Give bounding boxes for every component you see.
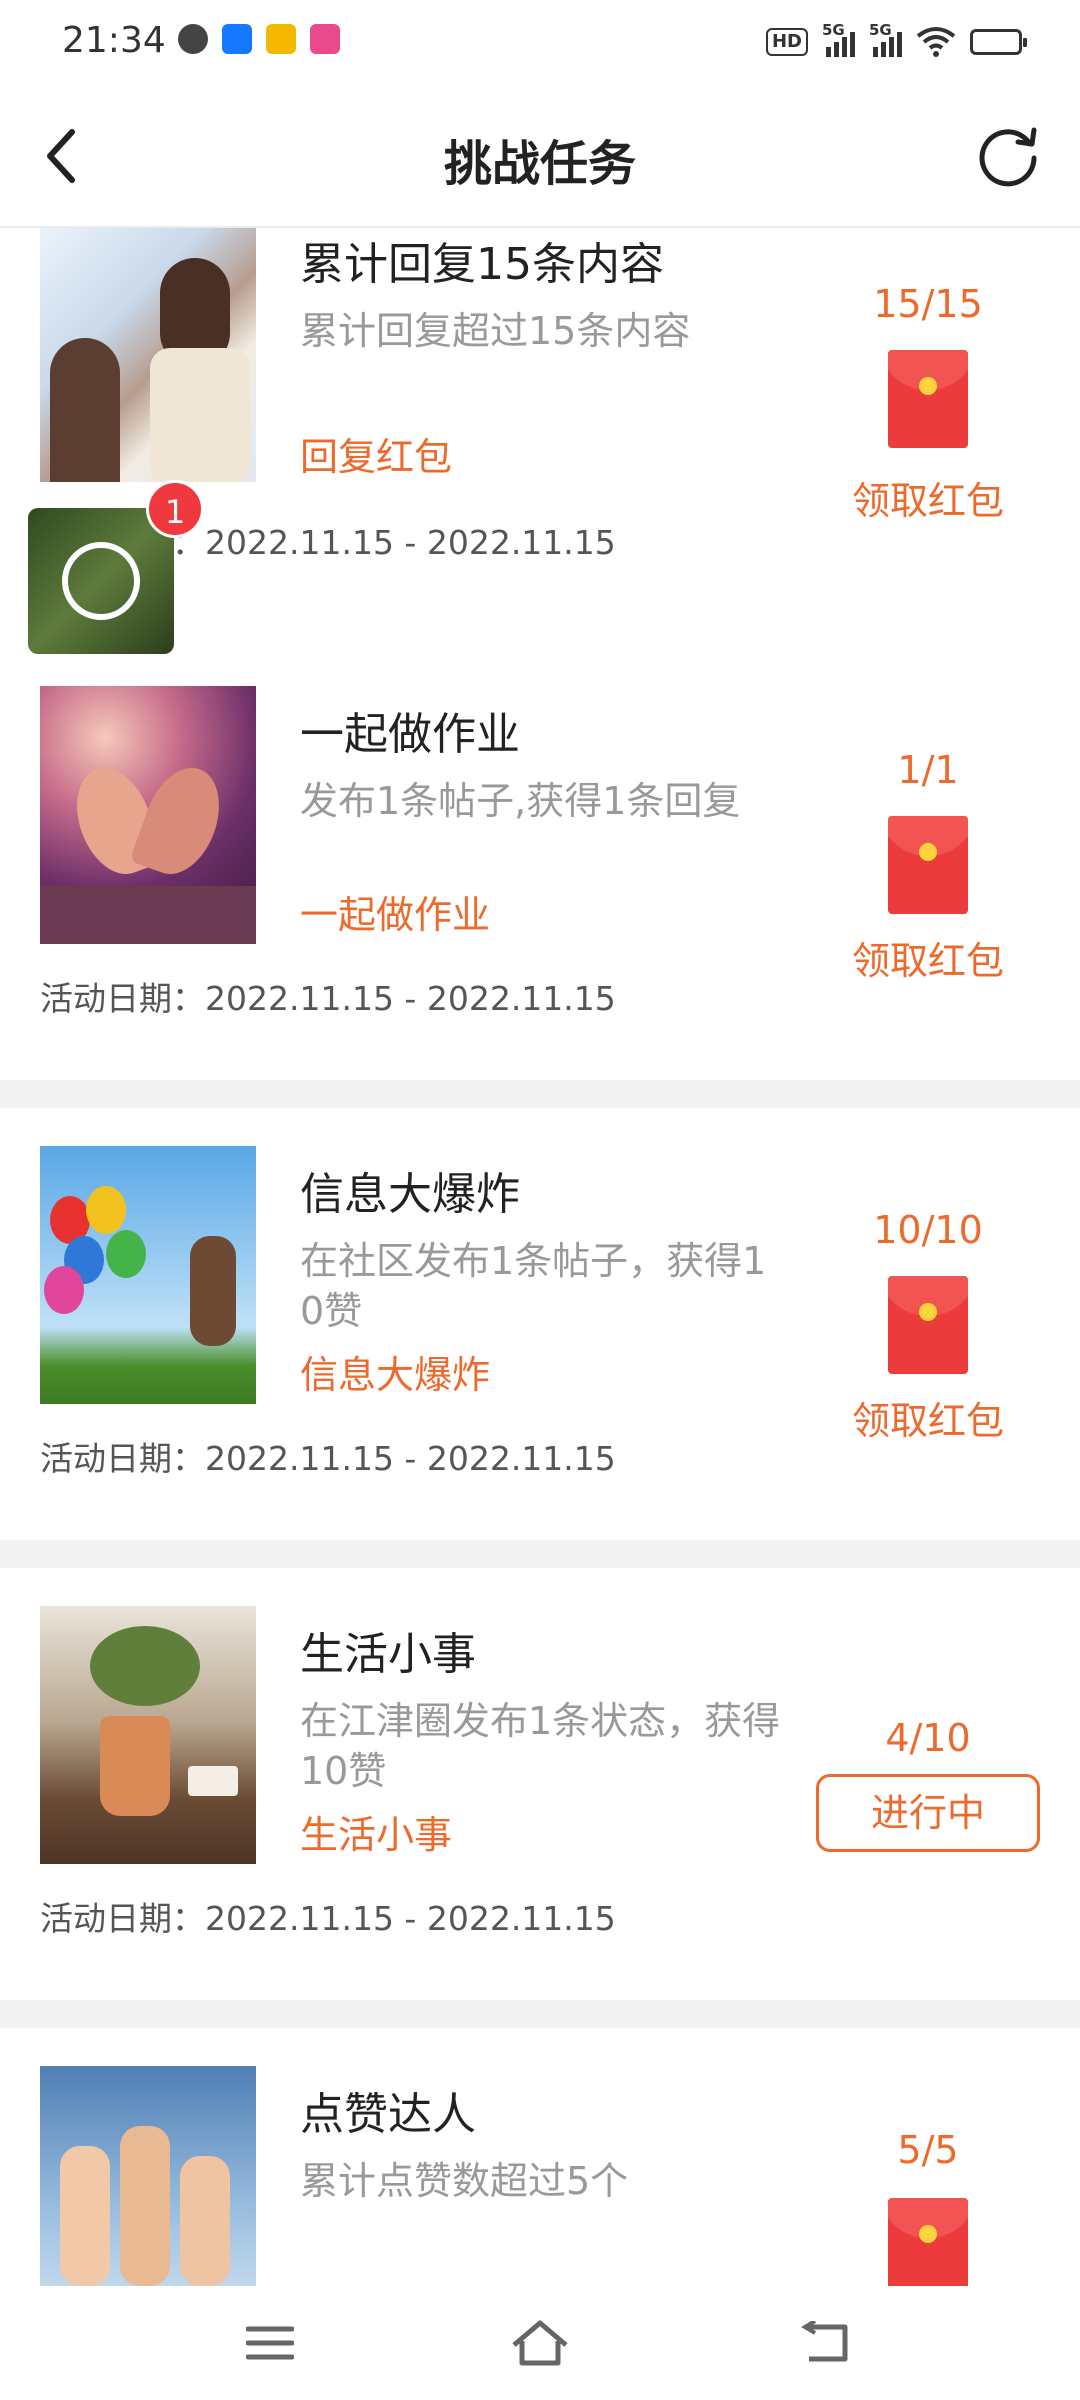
task-thumbnail <box>40 1606 256 1864</box>
status-bar: 21:34 HD 5G 5G <box>0 0 1080 84</box>
red-envelope-icon[interactable] <box>888 350 968 448</box>
floating-video-widget[interactable] <box>28 508 174 654</box>
refresh-icon <box>979 127 1037 187</box>
task-card[interactable]: 信息大爆炸 在社区发布1条帖子，获得10赞 信息大爆炸 活动日期：2022.11… <box>0 1108 1080 1540</box>
task-tag: 一起做作业 <box>300 893 491 937</box>
notification-badge: 1 <box>146 480 204 538</box>
red-envelope-icon[interactable] <box>888 816 968 914</box>
task-date: 活动日期：2022.11.15 - 2022.11.15 <box>40 1439 616 1478</box>
system-nav-bar <box>0 2286 1080 2400</box>
task-tag: 生活小事 <box>300 1813 453 1857</box>
back-nav-button[interactable] <box>785 2308 865 2378</box>
task-title: 信息大爆炸 <box>300 1169 520 1220</box>
hd-icon: HD <box>765 28 808 56</box>
in-progress-button[interactable]: 进行中 <box>816 1774 1040 1852</box>
task-thumbnail <box>40 2066 256 2286</box>
task-thumbnail <box>40 1146 256 1404</box>
loading-ring-icon <box>62 542 140 620</box>
status-time: 21:34 <box>62 20 166 61</box>
task-title: 累计回复15条内容 <box>300 239 664 290</box>
task-title: 点赞达人 <box>300 2089 476 2140</box>
task-description: 发布1条帖子,获得1条回复 <box>300 779 741 823</box>
task-progress: 5/5 <box>897 2128 959 2172</box>
menu-icon <box>246 2326 294 2360</box>
claim-redpacket-button[interactable]: 领取红包 <box>800 470 1056 525</box>
task-tag: 信息大爆炸 <box>300 1353 491 1397</box>
nav-bar: 挑战任务 <box>0 84 1080 228</box>
task-thumbnail <box>40 686 256 944</box>
task-description: 在社区发布1条帖子，获得10赞 <box>300 1239 767 1333</box>
task-progress: 10/10 <box>873 1208 983 1252</box>
back-icon <box>801 2321 848 2362</box>
task-description: 累计点赞数超过5个 <box>300 2159 629 2203</box>
task-title: 一起做作业 <box>300 709 520 760</box>
task-progress: 15/15 <box>873 282 983 326</box>
status-indicators: HD 5G 5G <box>765 21 1027 62</box>
task-tag: 回复红包 <box>300 435 453 479</box>
task-progress: 4/10 <box>885 1716 971 1760</box>
home-button[interactable] <box>500 2308 580 2378</box>
task-thumbnail <box>40 228 256 482</box>
task-description: 累计回复超过15条内容 <box>300 309 691 353</box>
page-title: 挑战任务 <box>443 136 636 192</box>
signal-icon: 5G <box>822 21 855 57</box>
menu-button[interactable] <box>230 2308 310 2378</box>
task-progress: 1/1 <box>897 748 959 792</box>
refresh-button[interactable] <box>972 120 1044 192</box>
battery-icon <box>970 29 1027 55</box>
task-date: 活动日期：2022.11.15 - 2022.11.15 <box>40 1899 616 1938</box>
red-envelope-icon[interactable] <box>888 1276 968 1374</box>
app-notification-icon <box>178 24 208 54</box>
signal-icon: 5G <box>869 21 902 57</box>
app-notification-icon <box>266 24 296 54</box>
task-description: 在江津圈发布1条状态，获得10赞 <box>300 1699 781 1793</box>
wifi-icon <box>916 27 956 57</box>
red-envelope-icon[interactable] <box>888 2198 968 2286</box>
alipay-icon <box>222 24 252 54</box>
home-icon <box>512 2320 568 2366</box>
claim-redpacket-button[interactable]: 领取红包 <box>800 1390 1056 1445</box>
claim-redpacket-button[interactable]: 领取红包 <box>800 930 1056 985</box>
task-date: 活动日期：2022.11.15 - 2022.11.15 <box>40 979 616 1018</box>
task-card[interactable]: 一起做作业 发布1条帖子,获得1条回复 一起做作业 活动日期：2022.11.1… <box>0 648 1080 1080</box>
app-notification-icon <box>310 24 340 54</box>
task-title: 生活小事 <box>300 1629 476 1680</box>
task-card[interactable]: 生活小事 在江津圈发布1条状态，获得10赞 生活小事 活动日期：2022.11.… <box>0 1568 1080 2000</box>
task-card[interactable]: 点赞达人 累计点赞数超过5个 5/5 <box>0 2028 1080 2286</box>
